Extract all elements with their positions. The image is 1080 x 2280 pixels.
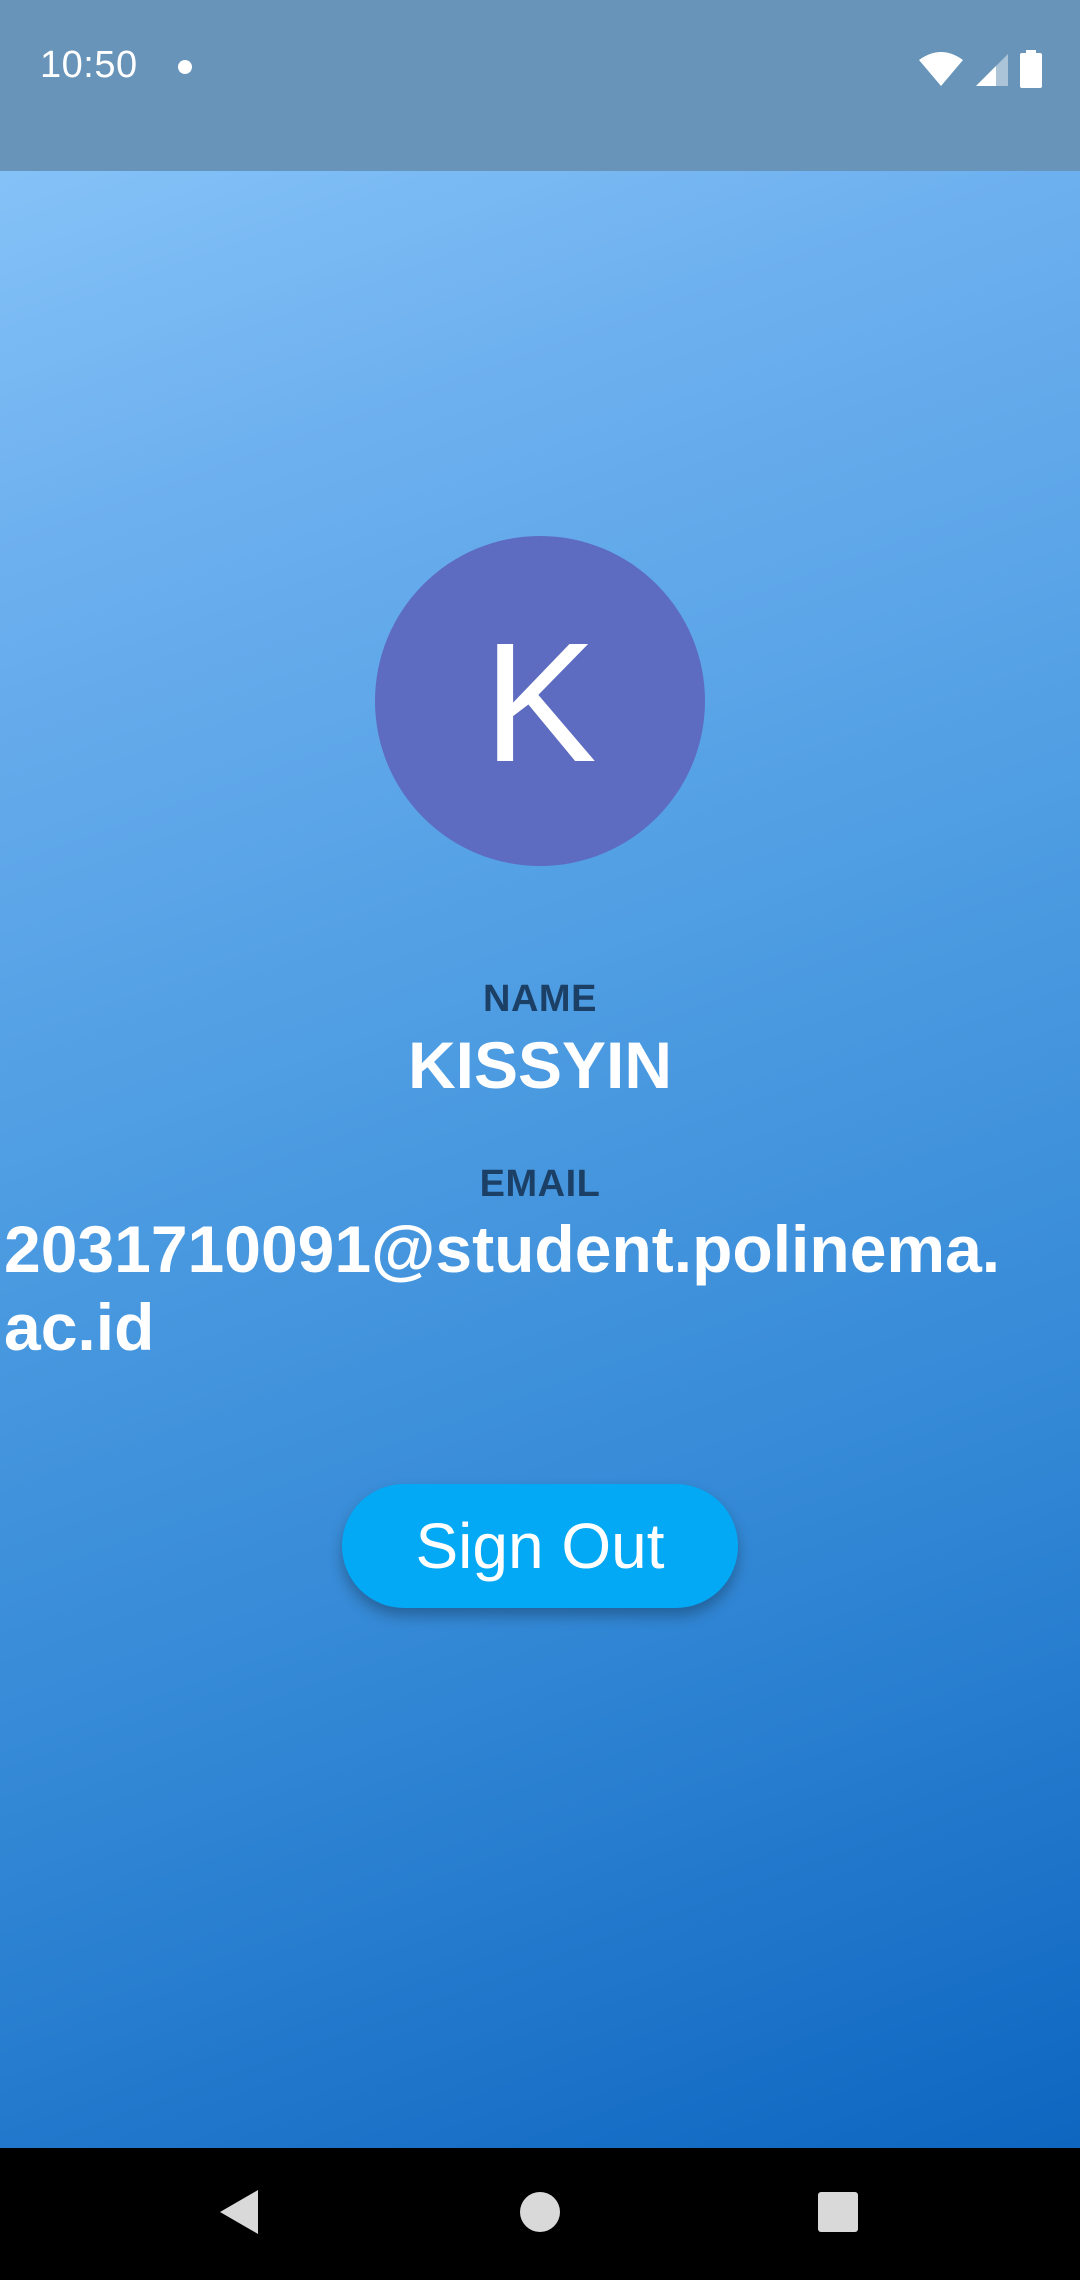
wifi-icon [918, 52, 964, 88]
name-label: NAME [483, 978, 597, 1020]
home-icon [519, 2191, 561, 2238]
status-bar: 10:50 [0, 0, 1080, 171]
recents-button[interactable] [772, 2148, 904, 2280]
recents-icon [817, 2191, 859, 2238]
profile-screen: 10:50 K NAME KISSYIN EMAIL 2031710091@st… [0, 0, 1080, 2148]
home-button[interactable] [474, 2148, 606, 2280]
notification-dot-icon [178, 60, 192, 74]
sign-out-button[interactable]: Sign Out [342, 1484, 738, 1608]
back-icon [218, 2188, 262, 2241]
email-value: 2031710091@student.polinema.ac.id [4, 1212, 1001, 1364]
battery-icon [1020, 50, 1042, 88]
name-value: KISSYIN [407, 1028, 673, 1102]
avatar: K [375, 536, 705, 866]
status-icons [918, 48, 1042, 88]
back-button[interactable] [174, 2148, 306, 2280]
status-time: 10:50 [40, 44, 138, 86]
cellular-signal-icon [974, 52, 1010, 88]
navigation-bar [0, 2148, 1080, 2280]
email-label: EMAIL [479, 1163, 601, 1205]
avatar-initial: K [483, 608, 597, 798]
